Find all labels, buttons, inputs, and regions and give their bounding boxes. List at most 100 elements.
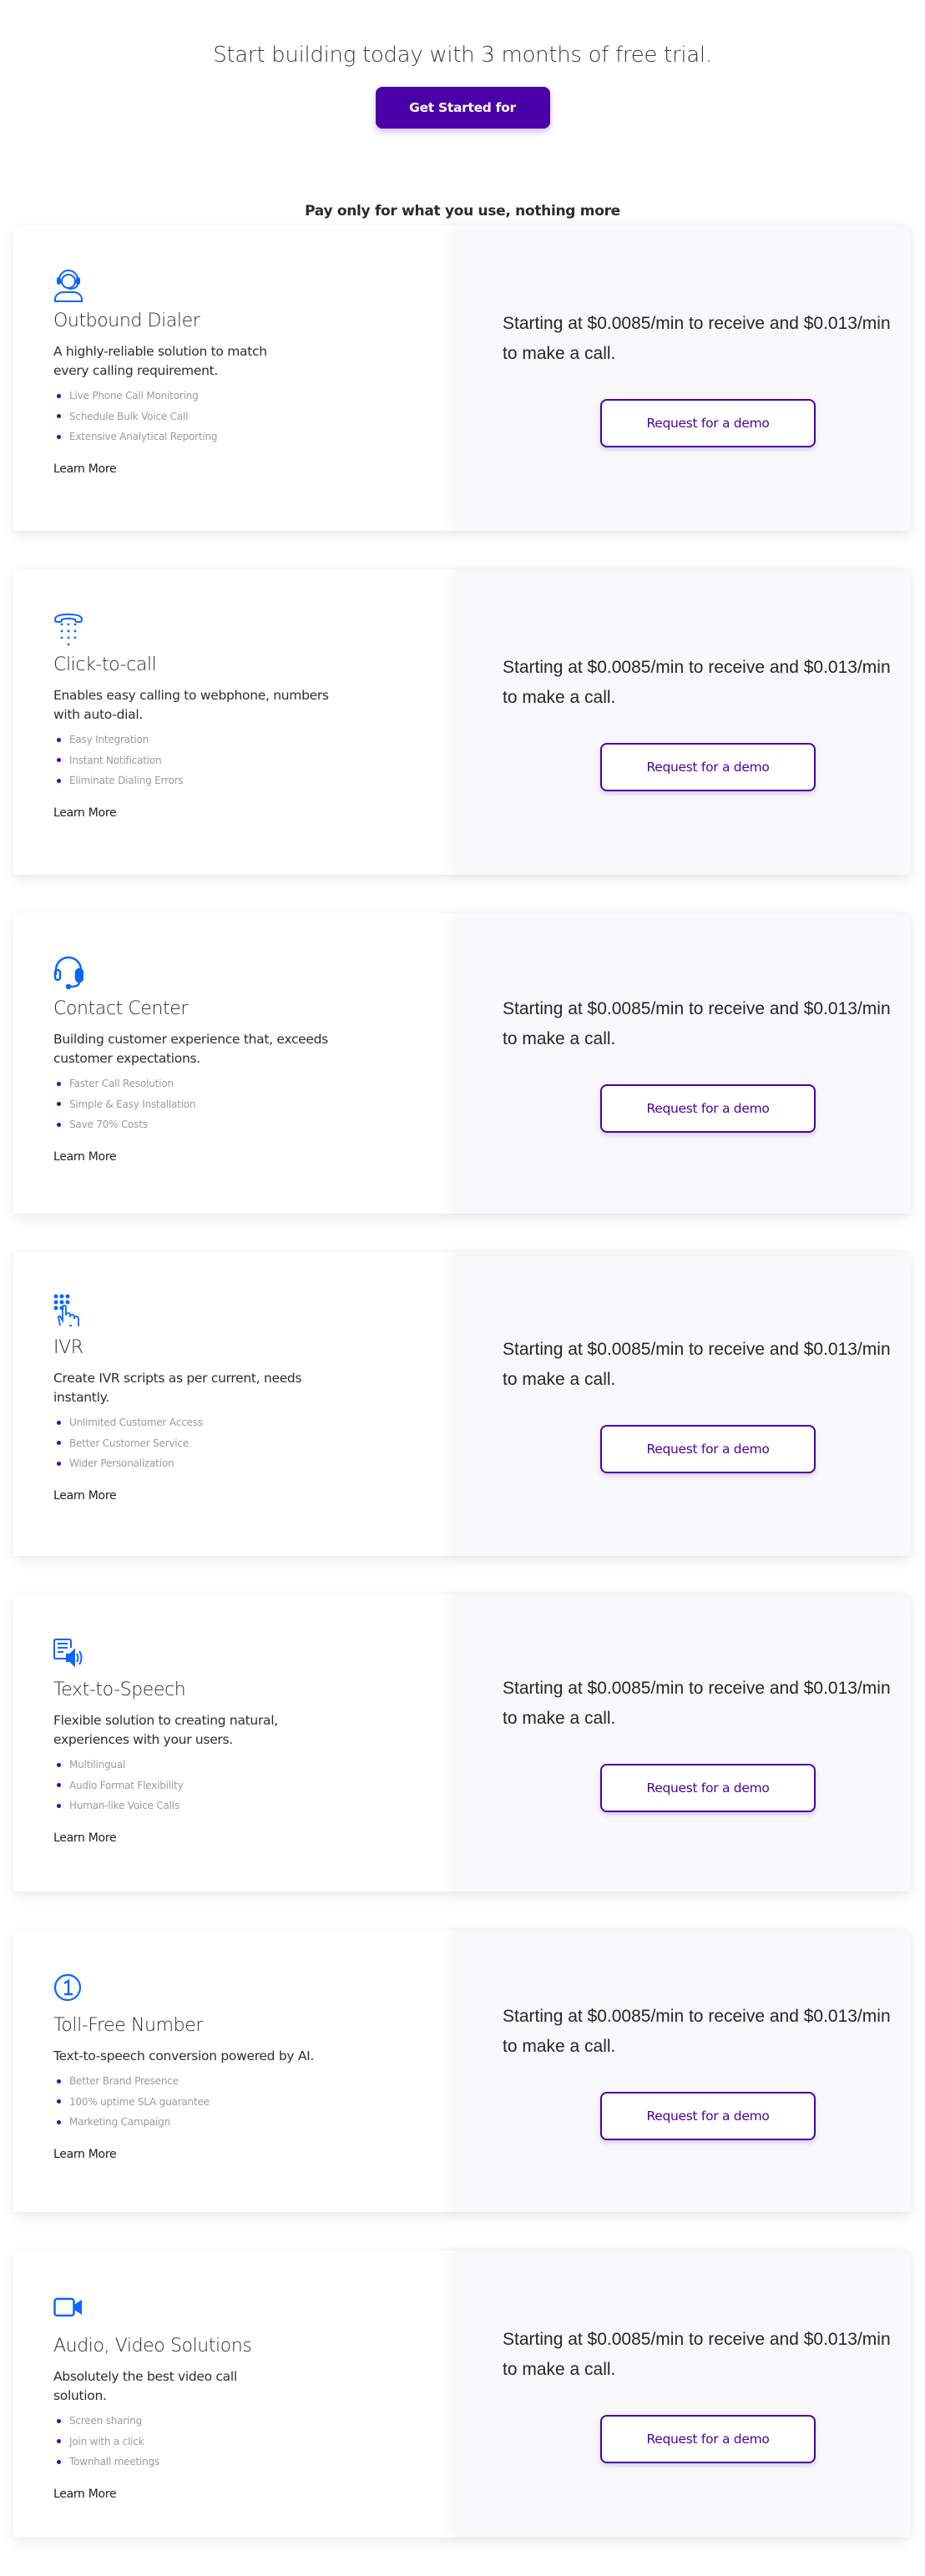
pricing-panel: Starting at $0.0085/min to receive and $… xyxy=(455,1594,911,1892)
bullet-icon xyxy=(57,434,61,439)
feature-text: Save 70% Costs xyxy=(69,1119,148,1130)
feature-item: Extensive Analytical Reporting xyxy=(53,427,455,447)
price-text: Starting at $0.0085/min to receive and $… xyxy=(503,1679,891,1728)
price-text: Starting at $0.0085/min to receive and $… xyxy=(503,314,891,363)
feature-text: Wider Personalization xyxy=(69,1457,174,1469)
request-demo-button[interactable]: Request for a demo xyxy=(600,743,816,791)
product-description: Building customer experience that, excee… xyxy=(53,1032,328,1066)
bullet-icon xyxy=(57,393,61,398)
product-description: Create IVR scripts as per current, needs… xyxy=(53,1371,302,1405)
bullet-icon xyxy=(57,1762,61,1767)
price-text: Starting at $0.0085/min to receive and $… xyxy=(503,1340,891,1389)
feature-item: Easy Integration xyxy=(53,730,455,750)
request-demo-button[interactable]: Request for a demo xyxy=(600,399,816,447)
feature-item: Instant Notification xyxy=(53,750,455,771)
feature-text: Instant Notification xyxy=(69,754,162,766)
bullet-icon xyxy=(57,758,61,763)
bullet-icon xyxy=(57,414,61,419)
bullet-icon xyxy=(57,1420,61,1425)
bullet-icon xyxy=(57,1081,61,1086)
pricing-panel: Starting at $0.0085/min to receive and $… xyxy=(455,1252,911,1556)
request-demo-button[interactable]: Request for a demo xyxy=(600,2415,816,2463)
bullet-icon xyxy=(57,1461,61,1466)
request-demo-button[interactable]: Request for a demo xyxy=(600,1764,816,1812)
feature-text: Screen sharing xyxy=(69,2415,142,2427)
feature-text: Audio Format Flexibility xyxy=(69,1779,184,1791)
request-demo-button[interactable]: Request for a demo xyxy=(600,1425,816,1473)
bullet-icon xyxy=(57,2078,61,2084)
bullet-icon xyxy=(57,778,61,783)
learn-more-link[interactable]: Learn More xyxy=(53,2486,117,2503)
feature-item: 100% uptime SLA guarantee xyxy=(53,2092,455,2113)
feature-text: Better Customer Service xyxy=(69,1437,190,1449)
pricing-panel: Starting at $0.0085/min to receive and $… xyxy=(455,225,911,531)
feature-text: 100% uptime SLA guarantee xyxy=(69,2095,210,2108)
feature-text: Live Phone Call Monitoring xyxy=(69,390,199,402)
product-info: Audio, Video Solutions Absolutely the be… xyxy=(13,2250,455,2538)
feature-text: Join with a click xyxy=(69,2435,144,2447)
feature-text: Simple & Easy Installation xyxy=(69,1098,196,1110)
feature-text: Unlimited Customer Access xyxy=(69,1417,203,1428)
feature-list: Faster Call Resolution Simple & Easy Ins… xyxy=(53,1073,455,1135)
get-started-button[interactable]: Get Started for Free xyxy=(375,87,550,157)
price-text: Starting at $0.0085/min to receive and $… xyxy=(503,2007,891,2056)
request-demo-button[interactable]: Request for a demo xyxy=(600,2092,816,2140)
product-info: IVR Create IVR scripts as per current, n… xyxy=(13,1252,455,1556)
phone-keypad-icon xyxy=(53,611,83,646)
learn-more-link[interactable]: Learn More xyxy=(53,1149,117,1165)
product-info: Click-to-call Enables easy calling to we… xyxy=(13,569,455,875)
keypad-hand-icon xyxy=(53,1294,83,1329)
bullet-icon xyxy=(57,2439,61,2444)
learn-more-link[interactable]: Learn More xyxy=(53,805,117,821)
hero-title: Start building today with 3 months of fr… xyxy=(213,43,712,68)
feature-item: Unlimited Customer Access xyxy=(53,1412,455,1433)
product-card-contact-center: Contact Center Building customer experie… xyxy=(13,913,911,1214)
product-info: Text-to-Speech Flexible solution to crea… xyxy=(13,1594,455,1892)
feature-text: Faster Call Resolution xyxy=(69,1078,174,1089)
feature-item: Better Customer Service xyxy=(53,1433,455,1454)
feature-item: Multilingual xyxy=(53,1755,455,1775)
feature-item: Marketing Campaign xyxy=(53,2112,455,2133)
product-title: Text-to-Speech xyxy=(53,1679,186,1700)
feature-text: Schedule Bulk Voice Call xyxy=(69,410,189,422)
product-info: Contact Center Building customer experie… xyxy=(13,913,455,1214)
document-speaker-icon xyxy=(53,1636,83,1671)
feature-text: Eliminate Dialing Errors xyxy=(69,775,184,786)
product-description: Text-to-speech conversion powered by AI. xyxy=(53,2048,315,2063)
learn-more-link[interactable]: Learn More xyxy=(53,1830,117,1846)
feature-item: Human-like Voice Calls xyxy=(53,1796,455,1816)
feature-text: Human-like Voice Calls xyxy=(69,1800,179,1811)
feature-text: Townhall meetings xyxy=(69,2456,160,2467)
feature-list: Better Brand Presence 100% uptime SLA gu… xyxy=(53,2071,455,2133)
hero-section: Start building today with 3 months of fr… xyxy=(0,0,925,221)
feature-text: Better Brand Presence xyxy=(69,2075,179,2087)
feature-item: Better Brand Presence xyxy=(53,2071,455,2092)
bullet-icon xyxy=(57,1441,61,1446)
feature-text: Extensive Analytical Reporting xyxy=(69,431,218,442)
learn-more-link[interactable]: Learn More xyxy=(53,2146,117,2163)
learn-more-link[interactable]: Learn More xyxy=(53,1488,117,1504)
product-card-click-to-call: Click-to-call Enables easy calling to we… xyxy=(13,569,911,875)
request-demo-button[interactable]: Request for a demo xyxy=(600,1084,816,1133)
bullet-icon xyxy=(57,2119,61,2124)
feature-list: Easy Integration Instant Notification El… xyxy=(53,730,455,791)
video-camera-icon xyxy=(53,2292,83,2327)
product-title: Contact Center xyxy=(53,998,189,1019)
feature-list: Live Phone Call Monitoring Schedule Bulk… xyxy=(53,386,455,447)
price-text: Starting at $0.0085/min to receive and $… xyxy=(503,999,891,1048)
product-card-audio-video-solutions: Audio, Video Solutions Absolutely the be… xyxy=(13,2250,911,2538)
product-description: A highly-reliable solution to match ever… xyxy=(53,344,267,378)
price-text: Starting at $0.0085/min to receive and $… xyxy=(503,2330,891,2379)
product-info: Toll-Free Number Text-to-speech conversi… xyxy=(13,1930,455,2212)
feature-list: Multilingual Audio Format Flexibility Hu… xyxy=(53,1755,455,1816)
product-title: Toll-Free Number xyxy=(53,2015,203,2036)
product-card-list: Outbound Dialer A highly-reliable soluti… xyxy=(13,225,911,2576)
pricing-subtitle: Pay only for what you use, nothing more xyxy=(305,203,620,220)
learn-more-link[interactable]: Learn More xyxy=(53,461,117,477)
feature-item: Simple & Easy Installation xyxy=(53,1094,455,1115)
bullet-icon xyxy=(57,737,61,742)
feature-list: Unlimited Customer Access Better Custome… xyxy=(53,1412,455,1474)
pricing-panel: Starting at $0.0085/min to receive and $… xyxy=(455,913,911,1214)
product-info: Outbound Dialer A highly-reliable soluti… xyxy=(13,225,455,531)
bullet-icon xyxy=(57,1102,61,1107)
